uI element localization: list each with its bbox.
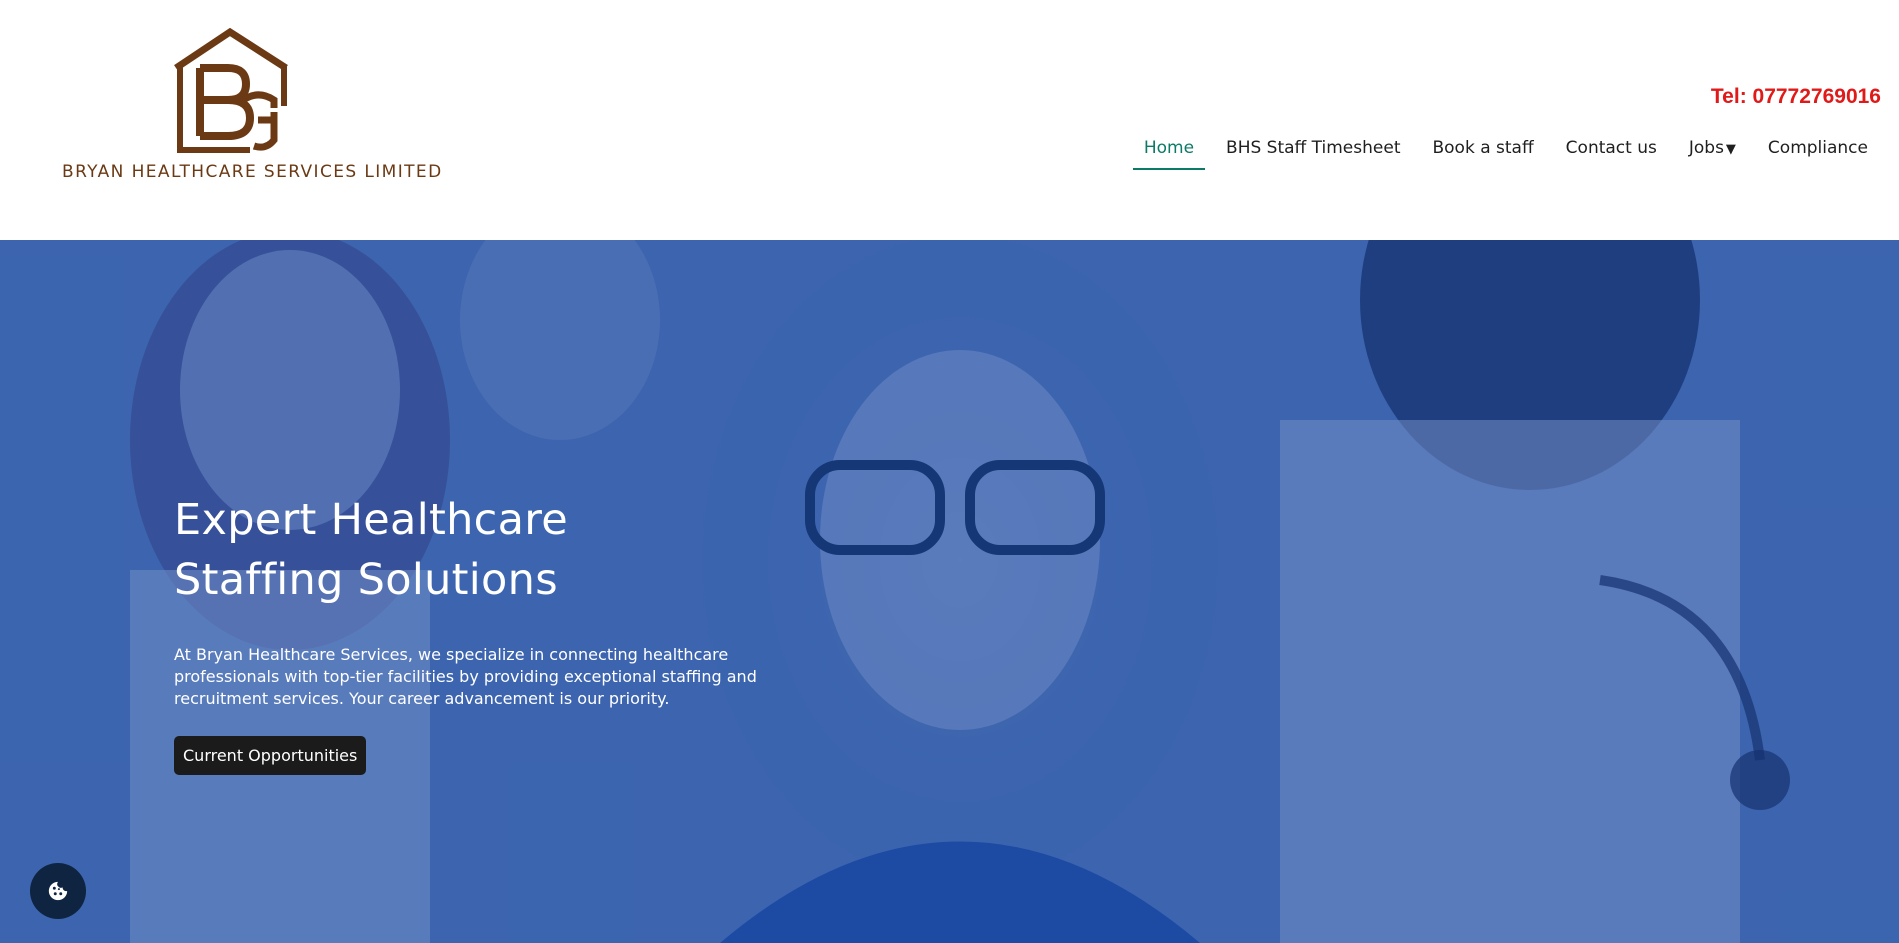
nav-item-label: Jobs [1688, 138, 1724, 158]
hero-title: Expert Healthcare Staffing Solutions [174, 495, 569, 605]
house-monogram-icon [174, 28, 288, 153]
phone-number[interactable]: Tel: 07772769016 [1711, 85, 1881, 109]
caret-down-icon: ▼ [1725, 142, 1736, 157]
site-header: BRYAN HEALTHCARE SERVICES LIMITED Tel: 0… [0, 0, 1899, 240]
nav-item-label: Compliance [1767, 138, 1868, 158]
hero-description: At Bryan Healthcare Services, we special… [174, 645, 757, 708]
hero-section: Expert Healthcare Staffing Solutions At … [0, 240, 1899, 943]
nav-item-label: Book a staff [1432, 138, 1534, 158]
nav-item-home[interactable]: Home [1132, 135, 1206, 170]
cookie-icon [48, 881, 68, 901]
nav-item-jobs[interactable]: Jobs ▼ [1678, 135, 1747, 170]
company-name: BRYAN HEALTHCARE SERVICES LIMITED [62, 162, 443, 182]
company-logo[interactable]: BRYAN HEALTHCARE SERVICES LIMITED [58, 28, 441, 188]
nav-item-bhs-staff-timesheet[interactable]: BHS Staff Timesheet [1215, 135, 1411, 170]
nav-item-label: Home [1143, 138, 1195, 158]
nav-item-label: BHS Staff Timesheet [1226, 138, 1401, 158]
nav-item-compliance[interactable]: Compliance [1757, 135, 1879, 170]
hero-content: Expert Healthcare Staffing Solutions At … [174, 490, 814, 775]
current-opportunities-button[interactable]: Current Opportunities [174, 736, 367, 775]
nav-item-label: Contact us [1565, 138, 1657, 158]
main-navigation: Home BHS Staff Timesheet Book a staff Co… [1123, 135, 1879, 170]
nav-item-book-a-staff[interactable]: Book a staff [1421, 135, 1544, 170]
nav-item-contact-us[interactable]: Contact us [1555, 135, 1668, 170]
cookie-settings-button[interactable] [30, 863, 86, 919]
